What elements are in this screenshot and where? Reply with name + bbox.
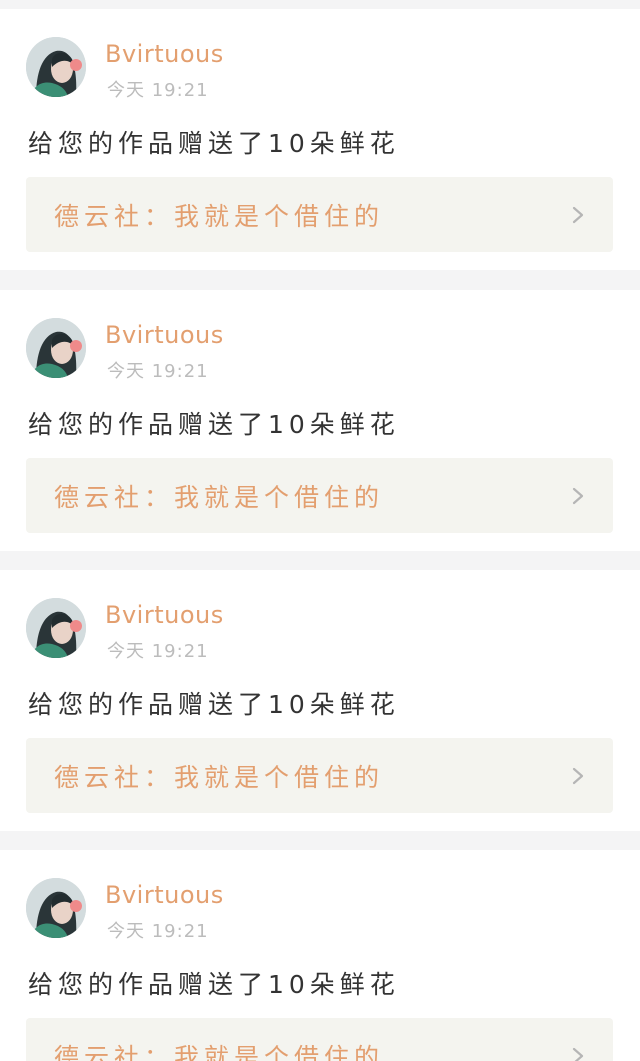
timestamp: 今天 19:21 [107, 641, 209, 662]
notification-message: 给您的作品赠送了10朵鲜花 [28, 690, 400, 719]
timestamp: 今天 19:21 [107, 361, 209, 382]
notification-message: 给您的作品赠送了10朵鲜花 [28, 970, 400, 999]
username[interactable]: Bvirtuous [105, 321, 224, 349]
work-link-title: 德云社：我就是个借住的 [54, 1043, 385, 1061]
notification-feed: Bvirtuous 今天 19:21 给您的作品赠送了10朵鲜花 德云社：我就是… [0, 0, 640, 1061]
user-avatar[interactable] [26, 598, 86, 658]
work-link[interactable]: 德云社：我就是个借住的 [26, 458, 613, 533]
notification-card: Bvirtuous 今天 19:21 给您的作品赠送了10朵鲜花 德云社：我就是… [0, 850, 640, 1061]
username[interactable]: Bvirtuous [105, 601, 224, 629]
work-link[interactable]: 德云社：我就是个借住的 [26, 1018, 613, 1061]
username[interactable]: Bvirtuous [105, 881, 224, 909]
notification-message: 给您的作品赠送了10朵鲜花 [28, 410, 400, 439]
user-avatar[interactable] [26, 318, 86, 378]
user-avatar[interactable] [26, 37, 86, 97]
chevron-right-icon [572, 1047, 584, 1061]
work-link[interactable]: 德云社：我就是个借住的 [26, 177, 613, 252]
notification-message: 给您的作品赠送了10朵鲜花 [28, 129, 400, 158]
work-link-title: 德云社：我就是个借住的 [54, 483, 385, 512]
work-link-title: 德云社：我就是个借住的 [54, 202, 385, 231]
work-link-title: 德云社：我就是个借住的 [54, 763, 385, 792]
username[interactable]: Bvirtuous [105, 40, 224, 68]
notification-card: Bvirtuous 今天 19:21 给您的作品赠送了10朵鲜花 德云社：我就是… [0, 9, 640, 270]
notification-card: Bvirtuous 今天 19:21 给您的作品赠送了10朵鲜花 德云社：我就是… [0, 570, 640, 831]
chevron-right-icon [572, 487, 584, 505]
user-avatar[interactable] [26, 878, 86, 938]
notification-card: Bvirtuous 今天 19:21 给您的作品赠送了10朵鲜花 德云社：我就是… [0, 290, 640, 551]
timestamp: 今天 19:21 [107, 921, 209, 942]
chevron-right-icon [572, 206, 584, 224]
timestamp: 今天 19:21 [107, 80, 209, 101]
work-link[interactable]: 德云社：我就是个借住的 [26, 738, 613, 813]
chevron-right-icon [572, 767, 584, 785]
